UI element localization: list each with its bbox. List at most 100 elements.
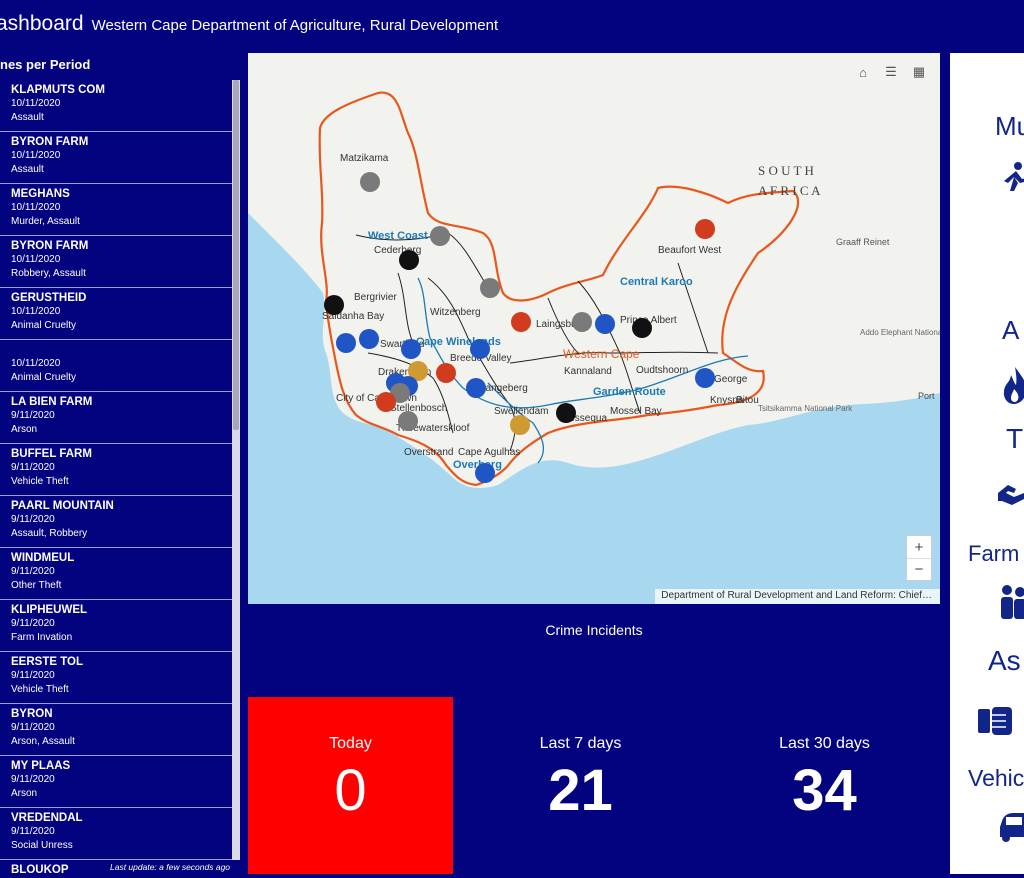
place-label-tsitsikamma: Tsitsikamma National Park <box>758 404 853 413</box>
marker-blue <box>470 339 490 359</box>
marker-red <box>511 312 531 332</box>
incident-date: 9/11/2020 <box>11 410 55 421</box>
incident-date: 10/11/2020 <box>11 150 61 161</box>
marker-blue <box>466 378 486 398</box>
incident-type: Assault <box>11 164 44 175</box>
list-item[interactable]: GERUSTHEID 10/11/2020 Animal Cruelty <box>0 288 232 340</box>
list-item[interactable]: LA BIEN FARM 9/11/2020 Arson <box>0 392 232 444</box>
marker-grey <box>430 226 450 246</box>
district-label-west-coast: West Coast <box>368 230 428 242</box>
list-item[interactable]: BYRON FARM 10/11/2020 Robbery, Assault <box>0 236 232 288</box>
marker-blue <box>401 339 421 359</box>
incident-date: 10/11/2020 <box>11 358 61 369</box>
map-attribution[interactable]: Department of Rural Development and Land… <box>655 589 940 604</box>
list-item[interactable]: PAARL MOUNTAIN 9/11/2020 Assault, Robbery <box>0 496 232 548</box>
today-label: Today <box>329 735 372 752</box>
incident-farm-name: KLAPMUTS COM <box>11 84 105 96</box>
place-label-overstrand: Overstrand <box>404 447 453 458</box>
incident-farm-name: MY PLAAS <box>11 760 71 772</box>
incident-farm-name: EERSTE TOL <box>11 656 83 668</box>
incident-date: 9/11/2020 <box>11 566 55 577</box>
app-title: ashboard <box>0 12 84 35</box>
incident-farm-name: BYRON <box>11 708 53 720</box>
map-toolbar: ⌂ ☰ ▦ <box>850 61 932 83</box>
fire-icon <box>1003 367 1024 404</box>
place-label-port: Port <box>918 391 935 401</box>
zoom-out-button[interactable]: − <box>907 558 931 580</box>
incident-type: Arson, Assault <box>11 736 75 747</box>
marker-red <box>436 363 456 383</box>
list-item[interactable]: KLIPHEUWEL 9/11/2020 Farm Invation <box>0 600 232 652</box>
car-icon <box>1000 813 1024 842</box>
marker-blue <box>475 463 495 483</box>
map-view[interactable]: S O U T H A F R I C A Western Cape West … <box>248 53 940 604</box>
map-canvas[interactable]: S O U T H A F R I C A Western Cape West … <box>248 53 940 604</box>
zoom-in-button[interactable]: + <box>907 536 931 558</box>
district-label-central-karoo: Central Karoo <box>620 276 693 288</box>
category-vehicle-label: Vehic <box>968 765 1024 791</box>
marker-grey <box>398 411 418 431</box>
incident-farm-name: VREDENDAL <box>11 812 83 824</box>
category-assault-label: As <box>988 645 1021 676</box>
home-icon[interactable]: ⌂ <box>850 61 876 83</box>
incident-farm-name: KLIPHEUWEL <box>11 604 88 616</box>
incident-type: Animal Cruelty <box>11 320 77 331</box>
incident-list-items: KLAPMUTS COM 10/11/2020 Assault BYRON FARM 1… <box>0 80 232 878</box>
incident-type: Assault, Robbery <box>11 528 88 539</box>
country-label-1: S O U T H <box>758 163 814 178</box>
list-item[interactable]: WINDMEUL 9/11/2020 Other Theft <box>0 548 232 600</box>
place-label-langeberg: Langeberg <box>480 383 528 394</box>
hand-theft-icon <box>998 485 1024 505</box>
place-label-kannaland: Kannaland <box>564 366 612 377</box>
list-item[interactable]: BUFFEL FARM 9/11/2020 Vehicle Theft <box>0 444 232 496</box>
incident-date: 9/11/2020 <box>11 722 55 733</box>
incident-type: Farm Invation <box>11 632 73 643</box>
list-item[interactable]: EERSTE TOL 9/11/2020 Vehicle Theft <box>0 652 232 704</box>
incident-date: 10/11/2020 <box>11 202 61 213</box>
incident-type: Other Theft <box>11 580 62 591</box>
marker-blue <box>595 314 615 334</box>
marker-black <box>632 318 652 338</box>
today-indicator: Today 0 <box>248 697 453 874</box>
last-30-days-label: Last 30 days <box>779 735 870 752</box>
marker-black <box>399 250 419 270</box>
basemap-gallery-icon[interactable]: ▦ <box>906 61 932 83</box>
place-label-graaff-reinet: Graaff Reinet <box>836 237 890 247</box>
fist-icon <box>978 707 1012 735</box>
marker-grey <box>360 172 380 192</box>
incident-type: Murder, Assault <box>11 216 80 227</box>
place-label-beaufort-west: Beaufort West <box>658 245 721 256</box>
list-item[interactable]: KLAPMUTS COM 10/11/2020 Assault <box>0 80 232 132</box>
incident-list[interactable]: KLAPMUTS COM 10/11/2020 Assault BYRON FARM 1… <box>0 80 240 878</box>
category-farm-invasion-label: Farm <box>968 541 1020 566</box>
incident-date: 10/11/2020 <box>11 254 61 265</box>
country-label-2: A F R I C A <box>758 183 821 198</box>
people-icon <box>1001 585 1024 619</box>
list-item[interactable]: MEGHANS 10/11/2020 Murder, Assault <box>0 184 232 236</box>
marker-blue <box>336 333 356 353</box>
list-item[interactable]: BYRON FARM 10/11/2020 Assault <box>0 132 232 184</box>
list-item[interactable]: BYRON 9/11/2020 Arson, Assault <box>0 704 232 756</box>
zoom-control: + − <box>906 535 932 581</box>
incident-type: Vehicle Theft <box>11 476 69 487</box>
incident-farm-name: WINDMEUL <box>11 552 75 564</box>
list-scrollbar[interactable] <box>232 80 240 860</box>
place-label-addo: Addo Elephant National Park <box>860 328 940 337</box>
last-30-days-value: 34 <box>792 758 857 823</box>
incident-farm-name: BYRON FARM <box>11 240 89 252</box>
list-item[interactable]: 10/11/2020 Animal Cruelty <box>0 340 232 392</box>
legend-list-icon[interactable]: ☰ <box>878 61 904 83</box>
last-7-days-indicator: Last 7 days 21 <box>478 697 683 874</box>
crime-incidents-title: Crime Incidents <box>545 622 643 638</box>
marker-grey <box>572 312 592 332</box>
list-item[interactable]: VREDENDAL 9/11/2020 Social Unress <box>0 808 232 860</box>
incident-farm-name: LA BIEN FARM <box>11 396 93 408</box>
incident-type: Robbery, Assault <box>11 268 86 279</box>
district-label-garden-route: Garden Route <box>593 386 666 398</box>
list-item[interactable]: MY PLAAS 9/11/2020 Arson <box>0 756 232 808</box>
place-label-agulhas: Cape Agulhas <box>458 447 520 458</box>
marker-orange <box>510 415 530 435</box>
list-scroll-thumb[interactable] <box>233 80 239 430</box>
last-7-days-value: 21 <box>548 758 613 823</box>
murder-icon <box>1004 162 1024 191</box>
